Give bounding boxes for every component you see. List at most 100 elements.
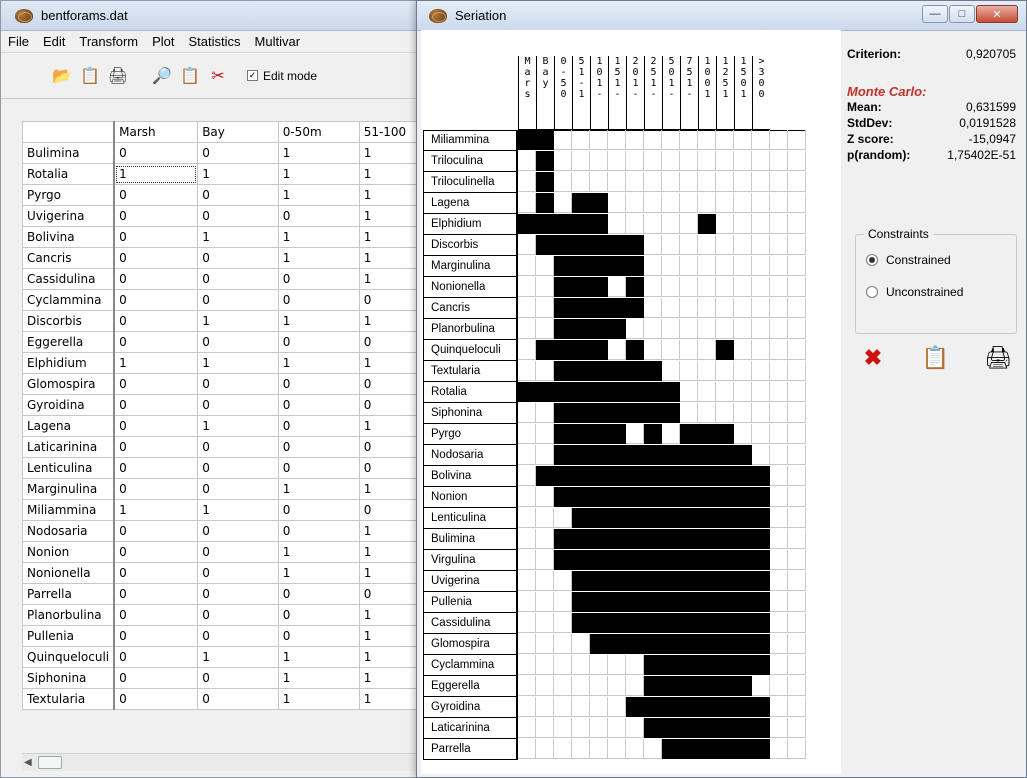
row-header[interactable]: Nonionella: [22, 562, 116, 584]
grid-cell[interactable]: 1: [277, 247, 360, 269]
grid-cell[interactable]: 0: [197, 184, 279, 206]
grid-cell[interactable]: 0: [113, 478, 199, 500]
row-header[interactable]: Lagena: [22, 415, 116, 437]
maximize-icon[interactable]: □: [949, 5, 975, 23]
row-header[interactable]: Lenticulina: [22, 457, 116, 479]
edit-mode-checkbox[interactable]: ✓ Edit mode: [247, 69, 317, 83]
row-header[interactable]: Cassidulina: [22, 268, 116, 290]
data-window-titlebar[interactable]: bentforams.dat: [1, 1, 419, 31]
row-header[interactable]: Siphonina: [22, 667, 116, 689]
grid-cell[interactable]: 0: [277, 268, 360, 290]
grid-cell[interactable]: 0: [277, 415, 360, 437]
grid-cell[interactable]: 0: [197, 667, 279, 689]
grid-cell[interactable]: 1: [358, 352, 419, 374]
grid-cell[interactable]: 0: [358, 289, 419, 311]
grid-cell[interactable]: 0: [277, 520, 360, 542]
grid-cell[interactable]: 0: [277, 457, 360, 479]
row-header[interactable]: Cyclammina: [22, 289, 116, 311]
grid-cell[interactable]: 1: [358, 268, 419, 290]
grid-cell[interactable]: 0: [113, 205, 199, 227]
grid-cell[interactable]: 0: [197, 562, 279, 584]
grid-cell[interactable]: 0: [358, 499, 419, 521]
grid-cell[interactable]: 0: [197, 541, 279, 563]
row-header[interactable]: Parrella: [22, 583, 116, 605]
grid-cell[interactable]: 1: [358, 310, 419, 332]
column-header[interactable]: 0-50m: [277, 121, 360, 143]
grid-cell[interactable]: 1: [277, 541, 360, 563]
grid-cell[interactable]: 0: [197, 247, 279, 269]
grid-cell[interactable]: 1: [277, 226, 360, 248]
row-header[interactable]: Eggerella: [22, 331, 116, 353]
grid-cell[interactable]: 0: [113, 373, 199, 395]
row-header[interactable]: Marginulina: [22, 478, 116, 500]
grid-cell[interactable]: 1: [277, 310, 360, 332]
row-header[interactable]: Bolivina: [22, 226, 116, 248]
close-x-icon[interactable]: ✖: [859, 344, 887, 372]
grid-cell[interactable]: 0: [197, 373, 279, 395]
grid-cell[interactable]: 0: [277, 205, 360, 227]
grid-cell[interactable]: 1: [358, 562, 419, 584]
grid-cell[interactable]: 0: [197, 520, 279, 542]
grid-cell[interactable]: 1: [358, 184, 419, 206]
row-header[interactable]: Textularia: [22, 688, 116, 710]
grid-cell[interactable]: 0: [113, 310, 199, 332]
grid-cell[interactable]: 0: [113, 457, 199, 479]
row-header[interactable]: Nodosaria: [22, 520, 116, 542]
radio-constrained[interactable]: Constrained: [866, 249, 1016, 271]
grid-cell[interactable]: 0: [197, 331, 279, 353]
grid-cell[interactable]: 1: [358, 142, 419, 164]
grid-cell[interactable]: 1: [358, 520, 419, 542]
menu-transform[interactable]: Transform: [72, 34, 145, 49]
grid-cell[interactable]: 0: [197, 142, 279, 164]
menu-edit[interactable]: Edit: [36, 34, 72, 49]
open-folder-icon[interactable]: 📂: [49, 62, 75, 90]
scrollbar-thumb[interactable]: [38, 756, 62, 769]
grid-cell[interactable]: 0: [277, 499, 360, 521]
grid-cell[interactable]: 0: [277, 289, 360, 311]
grid-cell[interactable]: 1: [358, 667, 419, 689]
column-header[interactable]: 51-100: [358, 121, 419, 143]
grid-cell[interactable]: 1: [358, 541, 419, 563]
grid-cell[interactable]: 0: [197, 205, 279, 227]
grid-cell[interactable]: 0: [113, 331, 199, 353]
grid-cell[interactable]: 0: [113, 688, 199, 710]
cut-icon[interactable]: ✂: [205, 62, 231, 90]
grid-cell[interactable]: 0: [358, 394, 419, 416]
grid-cell[interactable]: 1: [197, 226, 279, 248]
column-header[interactable]: Bay: [197, 121, 279, 143]
grid-cell[interactable]: 0: [113, 583, 199, 605]
grid-cell[interactable]: 1: [197, 646, 279, 668]
menu-plot[interactable]: Plot: [145, 34, 181, 49]
grid-cell[interactable]: 0: [197, 478, 279, 500]
scroll-left-icon[interactable]: ◀: [24, 757, 32, 768]
grid-cell[interactable]: 0: [113, 436, 199, 458]
grid-cell[interactable]: 1: [358, 205, 419, 227]
grid-cell[interactable]: 1: [277, 184, 360, 206]
grid-cell[interactable]: 1: [277, 352, 360, 374]
grid-cell[interactable]: 0: [277, 394, 360, 416]
grid-cell[interactable]: 1: [277, 667, 360, 689]
grid-cell[interactable]: 0: [277, 625, 360, 647]
row-header[interactable]: Nonion: [22, 541, 116, 563]
grid-cell[interactable]: 1: [197, 163, 279, 185]
grid-cell[interactable]: 0: [277, 604, 360, 626]
row-header[interactable]: Rotalia: [22, 163, 116, 185]
grid-cell[interactable]: 1: [358, 646, 419, 668]
row-header[interactable]: Bulimina: [22, 142, 116, 164]
grid-cell[interactable]: 1: [197, 415, 279, 437]
paste-icon[interactable]: 📋: [177, 62, 203, 90]
grid-cell[interactable]: 0: [197, 625, 279, 647]
radio-unconstrained[interactable]: Unconstrained: [866, 281, 1016, 303]
grid-cell[interactable]: 0: [113, 625, 199, 647]
copy-icon[interactable]: 📋: [922, 344, 950, 372]
grid-cell[interactable]: 0: [277, 331, 360, 353]
grid-cell[interactable]: 0: [113, 142, 199, 164]
row-header[interactable]: Quinqueloculi: [22, 646, 116, 668]
grid-cell[interactable]: 0: [113, 604, 199, 626]
menu-multivar[interactable]: Multivar: [248, 34, 308, 49]
grid-cell[interactable]: 1: [197, 499, 279, 521]
row-header[interactable]: Gyroidina: [22, 394, 116, 416]
row-header[interactable]: Pullenia: [22, 625, 116, 647]
grid-cell[interactable]: 0: [197, 394, 279, 416]
grid-cell[interactable]: 1: [358, 688, 419, 710]
